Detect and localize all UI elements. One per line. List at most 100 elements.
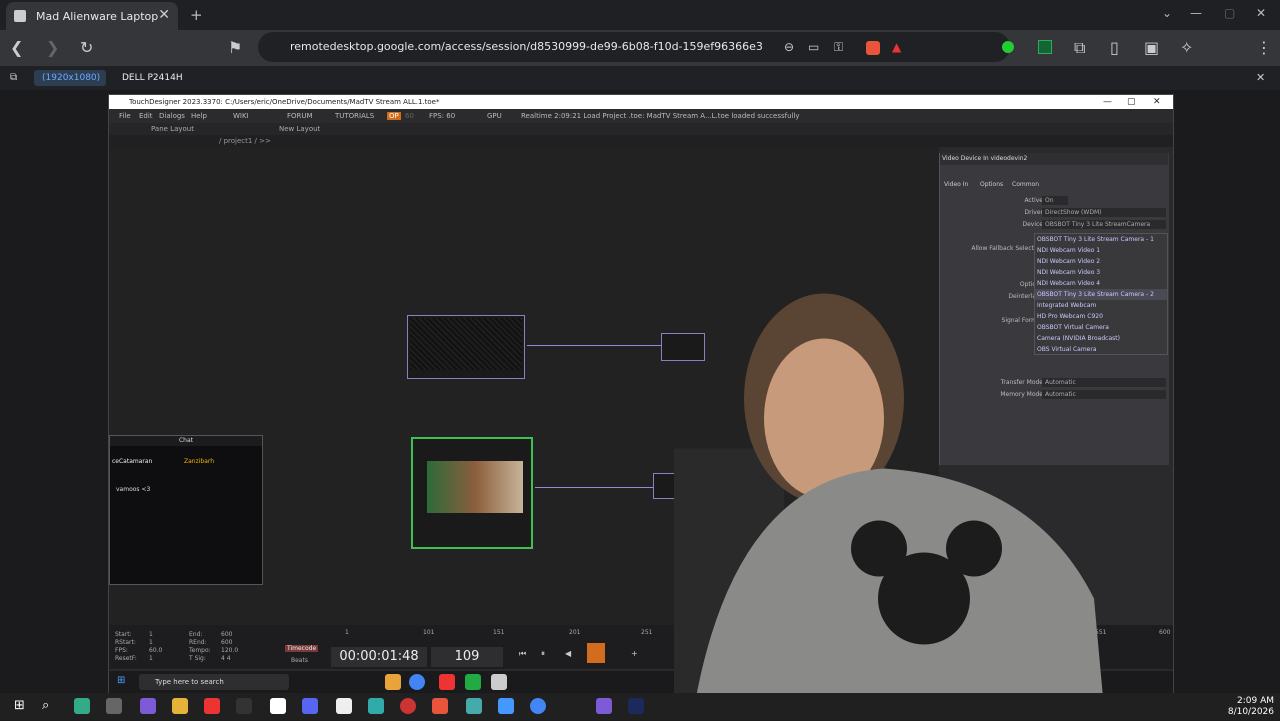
system-clock[interactable]: 2:09 AM 8/10/2026 (1228, 696, 1274, 718)
password-icon[interactable]: ⚿ (834, 40, 843, 55)
start-value[interactable]: 1 (149, 631, 153, 638)
tab-video-in[interactable]: Video In (944, 181, 968, 188)
obs-icon[interactable] (236, 698, 252, 714)
timecode-toggle[interactable]: Timecode (285, 645, 319, 652)
display-tab-1[interactable]: (1920x1080) (34, 70, 106, 86)
x-icon[interactable] (270, 698, 286, 714)
fps-value[interactable]: 60.0 (149, 647, 162, 654)
td-close-button[interactable]: ✕ (1153, 95, 1161, 109)
b-icon[interactable] (336, 698, 352, 714)
taskbar-app-icon[interactable] (466, 698, 482, 714)
windows-start-icon[interactable]: ⊞ (117, 675, 125, 686)
maximize-button[interactable]: ▢ (1224, 6, 1235, 20)
frame-display[interactable]: 109 (431, 647, 503, 667)
menu-edit[interactable]: Edit (139, 112, 153, 120)
brave-shield-icon[interactable] (866, 41, 880, 55)
end-value[interactable]: 600 (221, 631, 232, 638)
zoom-icon[interactable]: ⊖ (784, 40, 794, 54)
chat-panel[interactable]: Chat ceCatamaran Zanzibarh vamoos <3 (109, 435, 263, 585)
play-button[interactable] (587, 643, 605, 663)
chrome-icon[interactable] (530, 698, 546, 714)
taskbar-app-icon[interactable] (596, 698, 612, 714)
tempo-value[interactable]: 120.0 (221, 647, 238, 654)
step-back-icon[interactable]: ⏮ (519, 649, 526, 659)
bookmark-icon[interactable]: ⚑ (228, 38, 242, 57)
driver-select[interactable]: DirectShow (WDM) (1042, 208, 1166, 217)
menu-tutorials[interactable]: TUTORIALS (335, 112, 374, 120)
add-icon[interactable]: + (631, 649, 638, 658)
taskbar-app-icon[interactable] (368, 698, 384, 714)
extension-green-icon[interactable] (1002, 41, 1014, 53)
extension-icon[interactable] (1038, 40, 1052, 54)
taskbar-app-icon[interactable] (106, 698, 122, 714)
taskbar-app-icon[interactable] (140, 698, 156, 714)
close-window-button[interactable]: ✕ (1256, 6, 1266, 20)
reload-icon[interactable]: ↻ (80, 38, 93, 57)
menu-wiki[interactable]: WIKI (233, 112, 249, 120)
new-tab-button[interactable]: + (190, 6, 203, 24)
videodevin-node[interactable] (411, 437, 533, 549)
taskbar-search[interactable]: Type here to search (139, 674, 289, 690)
sidebar-icon[interactable]: ▯ (1110, 38, 1119, 57)
wallet-icon[interactable]: ▣ (1144, 38, 1159, 57)
menu-forum[interactable]: FORUM (287, 112, 313, 120)
noise-top-node[interactable] (407, 315, 525, 379)
app-grey-icon[interactable] (491, 674, 507, 690)
chrome-icon[interactable] (409, 674, 425, 690)
menu-dialogs[interactable]: Dialogs (159, 112, 185, 120)
tab-search-icon[interactable]: ⌄ (1162, 6, 1172, 20)
resetf-value[interactable]: 1 (149, 655, 153, 662)
menu-icon[interactable]: ⋮ (1256, 38, 1272, 57)
rend-value[interactable]: 600 (221, 639, 232, 646)
discord-icon[interactable] (302, 698, 318, 714)
tsig-value[interactable]: 4 4 (221, 655, 231, 662)
device-option[interactable]: OBSBOT Tiny 3 Lite Stream Camera - 1 (1035, 234, 1167, 245)
menu-file[interactable]: File (119, 112, 131, 120)
windows-start-icon[interactable]: ⊞ (14, 698, 25, 713)
taskbar-app-icon[interactable] (498, 698, 514, 714)
taskbar-app-icon[interactable] (74, 698, 90, 714)
tab-common[interactable]: Common (1012, 181, 1039, 188)
reverse-icon[interactable]: ◀ (565, 649, 571, 658)
pause-icon[interactable]: ⏸ (541, 649, 545, 659)
menu-help[interactable]: Help (191, 112, 207, 120)
td-minimize-button[interactable]: — (1103, 95, 1112, 109)
device-select[interactable]: OBSBOT Tiny 3 Lite StreamCamera (1042, 220, 1166, 229)
cast-icon[interactable]: ▭ (808, 40, 819, 54)
brave-rewards-icon[interactable]: ▲ (892, 40, 901, 54)
chat-user-1: ceCatamaran (112, 458, 153, 465)
active-toggle[interactable]: On (1042, 196, 1068, 205)
pane-layout-label[interactable]: Pane Layout (151, 125, 194, 133)
app-red-icon[interactable] (439, 674, 455, 690)
minimize-button[interactable]: — (1190, 6, 1202, 20)
tab-options[interactable]: Options (980, 181, 1003, 188)
new-layout-label[interactable]: New Layout (279, 125, 320, 133)
browser-tab[interactable]: Mad Alienware Laptop ✕ (6, 2, 178, 30)
menu-op[interactable]: OP (387, 112, 401, 120)
rstart-value[interactable]: 1 (149, 639, 153, 646)
forward-icon[interactable]: ❯ (46, 38, 59, 57)
file-explorer-icon[interactable] (172, 698, 188, 714)
app-green-icon[interactable] (465, 674, 481, 690)
close-tab-icon[interactable]: ✕ (158, 7, 170, 23)
back-icon[interactable]: ❮ (10, 38, 23, 57)
url-text[interactable]: remotedesktop.google.com/access/session/… (290, 40, 763, 53)
out-node-2[interactable] (653, 473, 675, 499)
search-icon[interactable]: ⌕ (42, 698, 49, 713)
timecode-display[interactable]: 00:00:01:48 (331, 647, 427, 667)
taskbar-app-icon[interactable] (204, 698, 220, 714)
device-option[interactable]: NDI Webcam Video 1 (1035, 245, 1167, 256)
td-maximize-button[interactable]: ▢ (1127, 95, 1136, 109)
network-path[interactable]: / project1 / >> (219, 137, 271, 145)
display-resolution-label: (1920x1080) (42, 73, 101, 83)
leo-ai-icon[interactable]: ✧ (1180, 38, 1193, 57)
brave-icon[interactable] (432, 698, 448, 714)
taskbar-app-icon[interactable] (385, 674, 401, 690)
beats-toggle[interactable]: Beats (291, 657, 308, 664)
close-remote-icon[interactable]: ✕ (1256, 71, 1265, 84)
taskbar-app-icon[interactable] (400, 698, 416, 714)
photoshop-icon[interactable] (628, 698, 644, 714)
fullscreen-icon[interactable]: ⧉ (10, 72, 17, 83)
extensions-puzzle-icon[interactable]: ⧉ (1074, 38, 1085, 58)
display-tab-2[interactable]: DELL P2414H (122, 73, 183, 83)
